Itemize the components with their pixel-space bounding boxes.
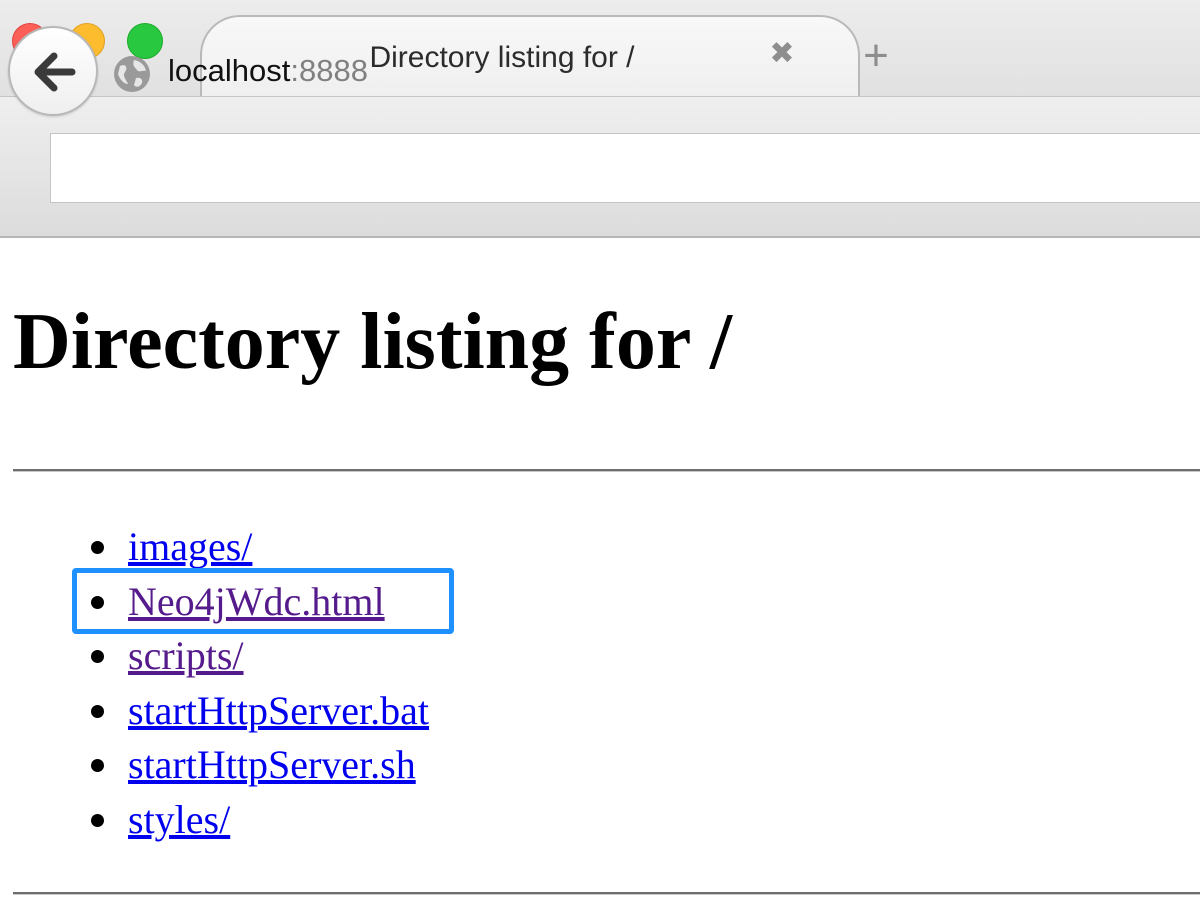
plus-icon[interactable]: + (856, 34, 896, 78)
back-arrow-icon (34, 52, 76, 92)
bullet (91, 541, 104, 554)
bullet (91, 704, 104, 718)
bullet (91, 650, 104, 664)
toolbar (0, 96, 1200, 238)
url-host: localhost (168, 53, 291, 88)
page-title: Directory listing for / (13, 298, 733, 386)
file-link-start-sh[interactable]: startHttpServer.sh (128, 738, 416, 792)
close-icon[interactable]: ✖ (767, 39, 797, 69)
highlight-box (72, 568, 454, 634)
address-bar[interactable] (50, 133, 1200, 203)
file-link-images[interactable]: images/ (128, 520, 252, 574)
back-button[interactable] (8, 26, 98, 116)
divider-bottom (13, 892, 1200, 895)
file-link-styles[interactable]: styles/ (128, 793, 230, 847)
divider-top (13, 469, 1200, 472)
bullet (91, 759, 104, 773)
globe-icon (114, 56, 150, 92)
file-link-scripts[interactable]: scripts/ (128, 629, 244, 683)
url-text[interactable]: localhost:8888 (168, 53, 368, 89)
bullet (91, 813, 104, 827)
url-port: :8888 (290, 53, 368, 88)
file-link-start-bat[interactable]: startHttpServer.bat (128, 684, 429, 738)
